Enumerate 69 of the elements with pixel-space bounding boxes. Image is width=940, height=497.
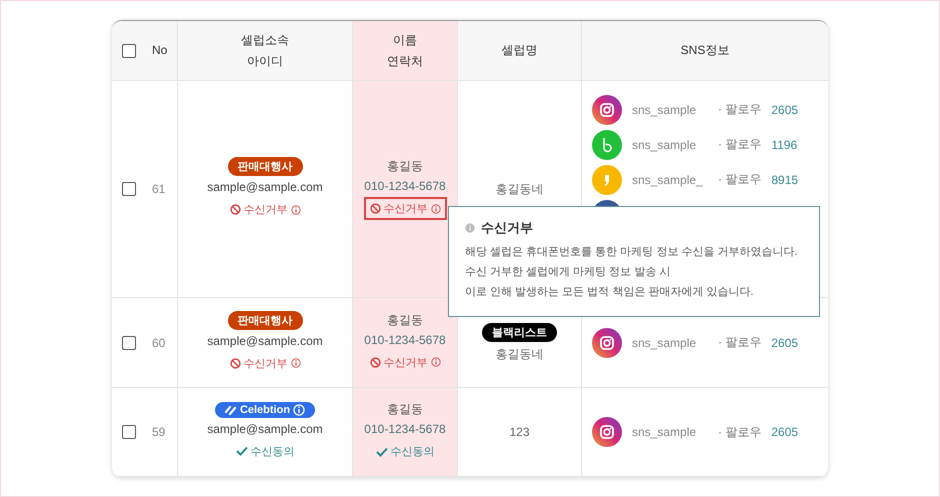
follower-count: 2605 xyxy=(771,425,798,439)
refusal-status: 수신거부 xyxy=(224,352,306,374)
celeb-name: 홍길동네 xyxy=(496,180,544,198)
info-icon[interactable] xyxy=(290,358,300,368)
info-icon[interactable] xyxy=(430,204,440,214)
follower-count: 8915 xyxy=(771,172,798,186)
prohibited-icon xyxy=(370,356,380,368)
celeb-name: 123 xyxy=(509,425,530,439)
follower-label: · 팔로우 xyxy=(718,136,762,153)
consent-status[interactable]: 수신동의 xyxy=(370,440,440,463)
row-number: 61 xyxy=(152,182,166,196)
follower-label: · 팔로우 xyxy=(718,334,762,351)
follower-count: 2605 xyxy=(771,336,798,350)
follower-count: 2605 xyxy=(771,102,798,116)
refusal-status[interactable]: 수신거부 xyxy=(364,197,446,220)
check-icon xyxy=(236,446,248,456)
phone-number: 010-1234-5678 xyxy=(364,422,446,436)
follower-label: · 팔로우 xyxy=(718,101,762,118)
band-icon xyxy=(592,130,622,160)
sns-handle: sns_sample xyxy=(632,138,698,152)
follower-label: · 팔로우 xyxy=(718,171,762,188)
row-checkbox[interactable] xyxy=(122,425,136,439)
camera-icon xyxy=(592,328,622,358)
contact-name: 홍길동 xyxy=(387,158,423,175)
comma-icon xyxy=(592,164,622,194)
sns-handle: sns_sample_ xyxy=(632,172,704,186)
column-header: 셀럽소속 아이디 xyxy=(241,32,289,70)
contact-name: 홍길동 xyxy=(387,312,423,328)
consent-status: 수신동의 xyxy=(230,440,300,462)
prohibited-icon xyxy=(230,358,240,368)
column-header: 셀럽명 xyxy=(502,42,538,59)
camera-icon xyxy=(592,94,622,124)
column-header: No xyxy=(152,42,168,59)
refusal-status[interactable]: 수신거부 xyxy=(364,350,446,374)
tooltip-title: 수신거부 xyxy=(481,219,533,237)
info-icon[interactable] xyxy=(430,357,440,367)
celeb-name: 홍길동네 xyxy=(496,346,544,362)
follower-count: 1196 xyxy=(771,138,798,152)
follower-label: · 팔로우 xyxy=(718,424,762,440)
agency-badge: 판매대행사 xyxy=(228,157,302,176)
link-icon xyxy=(224,404,237,414)
phone-number: 010-1234-5678 xyxy=(364,332,446,346)
blacklist-badge: 블랙리스트 xyxy=(482,322,557,342)
tooltip-text: 해당 셀럽은 휴대폰번호를 통한 마케팅 정보 수신을 거부하였습니다. xyxy=(465,245,798,260)
camera-icon xyxy=(592,417,622,447)
select-all-checkbox[interactable] xyxy=(122,44,136,58)
phone-number: 010-1234-5678 xyxy=(364,179,446,193)
email-text: sample@sample.com xyxy=(207,180,323,194)
row-number: 60 xyxy=(152,336,166,350)
sns-handle: sns_sample xyxy=(632,425,698,439)
info-icon[interactable] xyxy=(290,204,300,214)
agency-badge: 판매대행사 xyxy=(228,310,302,330)
prohibited-icon xyxy=(370,203,380,214)
contact-name: 홍길동 xyxy=(387,401,423,418)
email-text: sample@sample.com xyxy=(207,334,323,348)
tooltip-text: 수신 거부한 셀럽에게 마케팅 정보 발송 시 xyxy=(465,265,672,280)
column-header: SNS정보 xyxy=(680,42,730,59)
row-checkbox[interactable] xyxy=(122,182,136,196)
column-header: 이름 연락처 xyxy=(387,32,423,70)
tooltip-text: 이로 인해 발생하는 모든 법적 책임은 판매자에게 있습니다. xyxy=(465,285,754,300)
agency-badge: Celebtion xyxy=(214,402,316,418)
row-number: 59 xyxy=(152,425,166,439)
sns-handle: sns_sample xyxy=(632,102,698,116)
prohibited-icon xyxy=(230,204,240,215)
email-text: sample@sample.com xyxy=(207,422,323,436)
sns-handle: sns_sample xyxy=(632,336,698,350)
refusal-status: 수신거부 xyxy=(224,198,306,221)
row-checkbox[interactable] xyxy=(122,336,136,350)
check-icon xyxy=(376,446,388,456)
